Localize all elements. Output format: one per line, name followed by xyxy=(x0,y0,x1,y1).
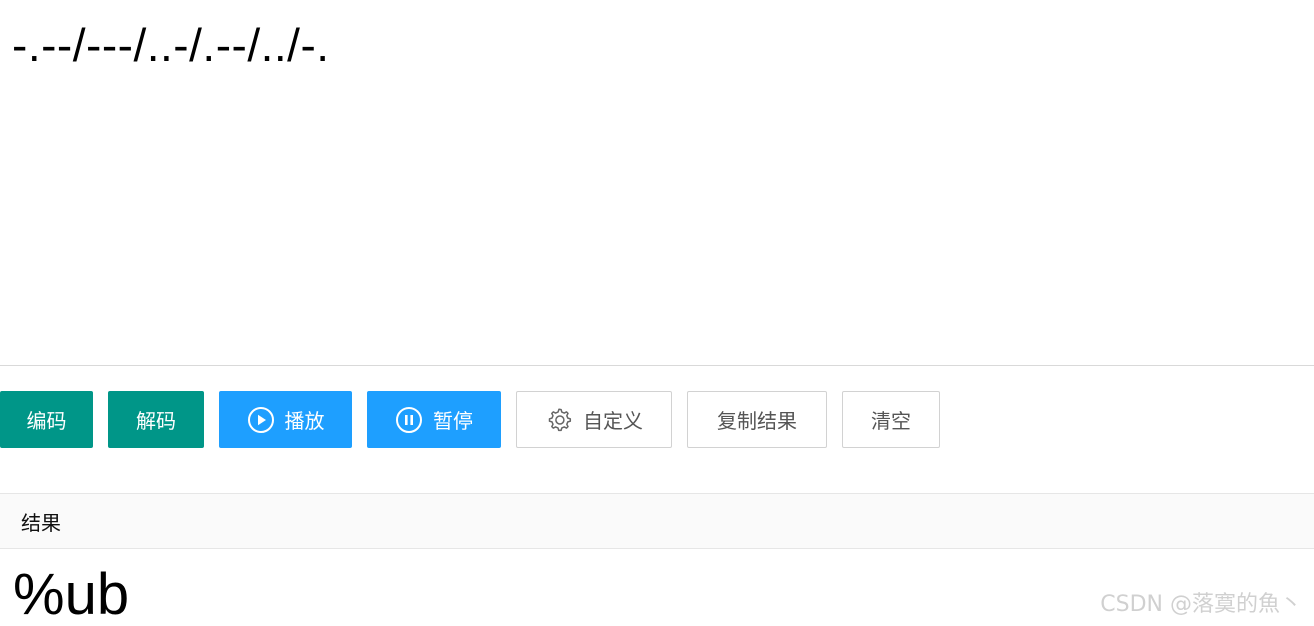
encode-button[interactable]: 编码 xyxy=(0,391,93,448)
encode-label: 编码 xyxy=(26,409,67,433)
pause-circle-icon xyxy=(395,406,423,434)
toolbar: 编码 解码 播放 暂停 自定义 复制结果 清空 xyxy=(0,391,1314,448)
decode-button[interactable]: 解码 xyxy=(108,391,204,448)
result-output: %ub xyxy=(13,562,130,626)
pause-button[interactable]: 暂停 xyxy=(367,391,501,448)
pause-label: 暂停 xyxy=(433,409,473,433)
decode-label: 解码 xyxy=(136,409,176,433)
play-circle-icon xyxy=(247,406,275,434)
csdn-watermark: CSDN @落寞的魚丶 xyxy=(1100,592,1302,617)
copy-result-button[interactable]: 复制结果 xyxy=(687,391,827,448)
morse-input-area[interactable]: -.--/---/..-/.--/../-. xyxy=(0,0,1314,366)
clear-label: 清空 xyxy=(871,409,911,433)
result-header-label: 结果 xyxy=(21,510,61,535)
morse-code-tool: -.--/---/..-/.--/../-. 编码 解码 播放 暂停 自定义 复… xyxy=(0,0,1314,626)
play-button[interactable]: 播放 xyxy=(219,391,352,448)
custom-label: 自定义 xyxy=(583,409,643,433)
copy-result-label: 复制结果 xyxy=(717,409,797,433)
morse-input-text[interactable]: -.--/---/..-/.--/../-. xyxy=(12,18,1302,72)
custom-button[interactable]: 自定义 xyxy=(516,391,672,448)
gear-icon xyxy=(545,406,573,434)
result-header: 结果 xyxy=(0,493,1314,549)
clear-button[interactable]: 清空 xyxy=(842,391,940,448)
play-label: 播放 xyxy=(284,409,325,433)
